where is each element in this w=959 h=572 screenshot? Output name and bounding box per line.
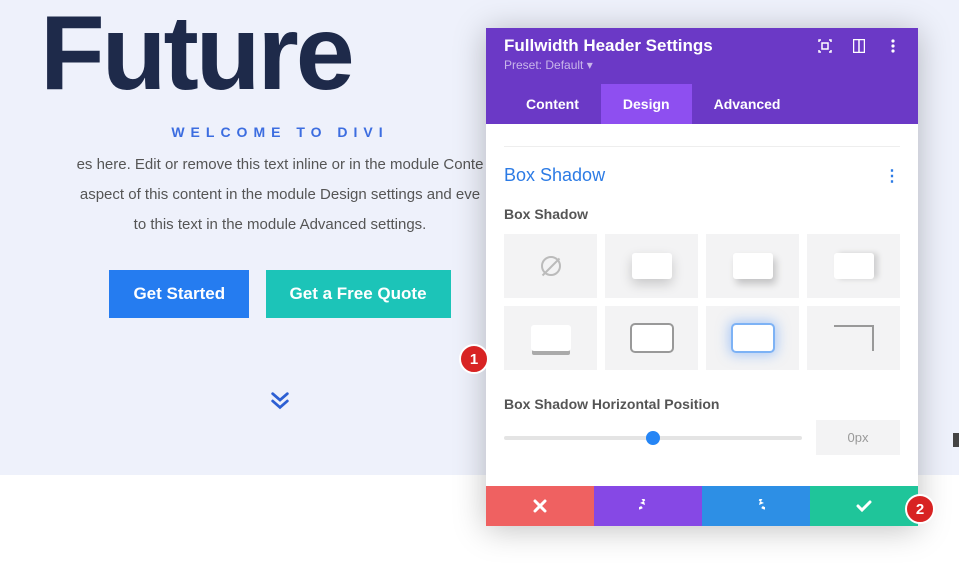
more-icon[interactable] [886, 39, 900, 53]
snap-icon[interactable] [852, 39, 866, 53]
panel-footer [486, 486, 918, 526]
panel-tabs: Content Design Advanced [504, 84, 900, 124]
get-quote-button[interactable]: Get a Free Quote [266, 270, 451, 318]
shadow-preset-4[interactable] [504, 306, 597, 370]
shadow-preset-7[interactable] [807, 306, 900, 370]
redo-button[interactable] [702, 486, 810, 526]
shadow-preset-grid [504, 234, 900, 370]
shadow-preset-none[interactable] [504, 234, 597, 298]
horizontal-position-value[interactable]: 0px [816, 420, 900, 455]
section-title[interactable]: Box Shadow [504, 165, 605, 186]
slider-thumb[interactable] [646, 431, 660, 445]
settings-panel: Fullwidth Header Settings Preset: Defaul… [486, 28, 918, 526]
horizontal-position-label: Box Shadow Horizontal Position [504, 396, 900, 412]
get-started-button[interactable]: Get Started [109, 270, 249, 318]
tab-content[interactable]: Content [504, 84, 601, 124]
scroll-down-icon[interactable] [0, 388, 560, 419]
section-menu-icon[interactable]: ⋮ [884, 166, 900, 186]
box-shadow-label: Box Shadow [504, 206, 900, 222]
horizontal-position-control: 0px [504, 420, 900, 455]
shadow-preset-5[interactable] [605, 306, 698, 370]
shadow-preset-3[interactable] [807, 234, 900, 298]
side-notch [953, 433, 959, 447]
expand-icon[interactable] [818, 39, 832, 53]
callout-2: 2 [905, 494, 935, 524]
cancel-button[interactable] [486, 486, 594, 526]
tab-design[interactable]: Design [601, 84, 692, 124]
preset-selector[interactable]: Preset: Default ▾ [504, 58, 900, 84]
hero-description: es here. Edit or remove this text inline… [0, 150, 560, 240]
hero-buttons: Get Started Get a Free Quote [0, 270, 560, 318]
shadow-preset-1[interactable] [605, 234, 698, 298]
divider [504, 146, 900, 147]
shadow-preset-6[interactable] [706, 306, 799, 370]
tab-advanced[interactable]: Advanced [692, 84, 803, 124]
panel-body: Box Shadow ⋮ Box Shadow Box Shadow Horiz… [486, 124, 918, 486]
save-button[interactable] [810, 486, 918, 526]
horizontal-position-slider[interactable] [504, 436, 802, 440]
undo-button[interactable] [594, 486, 702, 526]
hero-subtitle: Welcome to Divi [0, 124, 560, 140]
shadow-preset-2[interactable] [706, 234, 799, 298]
callout-1: 1 [459, 344, 489, 374]
panel-title: Fullwidth Header Settings [504, 36, 713, 56]
panel-header: Fullwidth Header Settings Preset: Defaul… [486, 28, 918, 124]
